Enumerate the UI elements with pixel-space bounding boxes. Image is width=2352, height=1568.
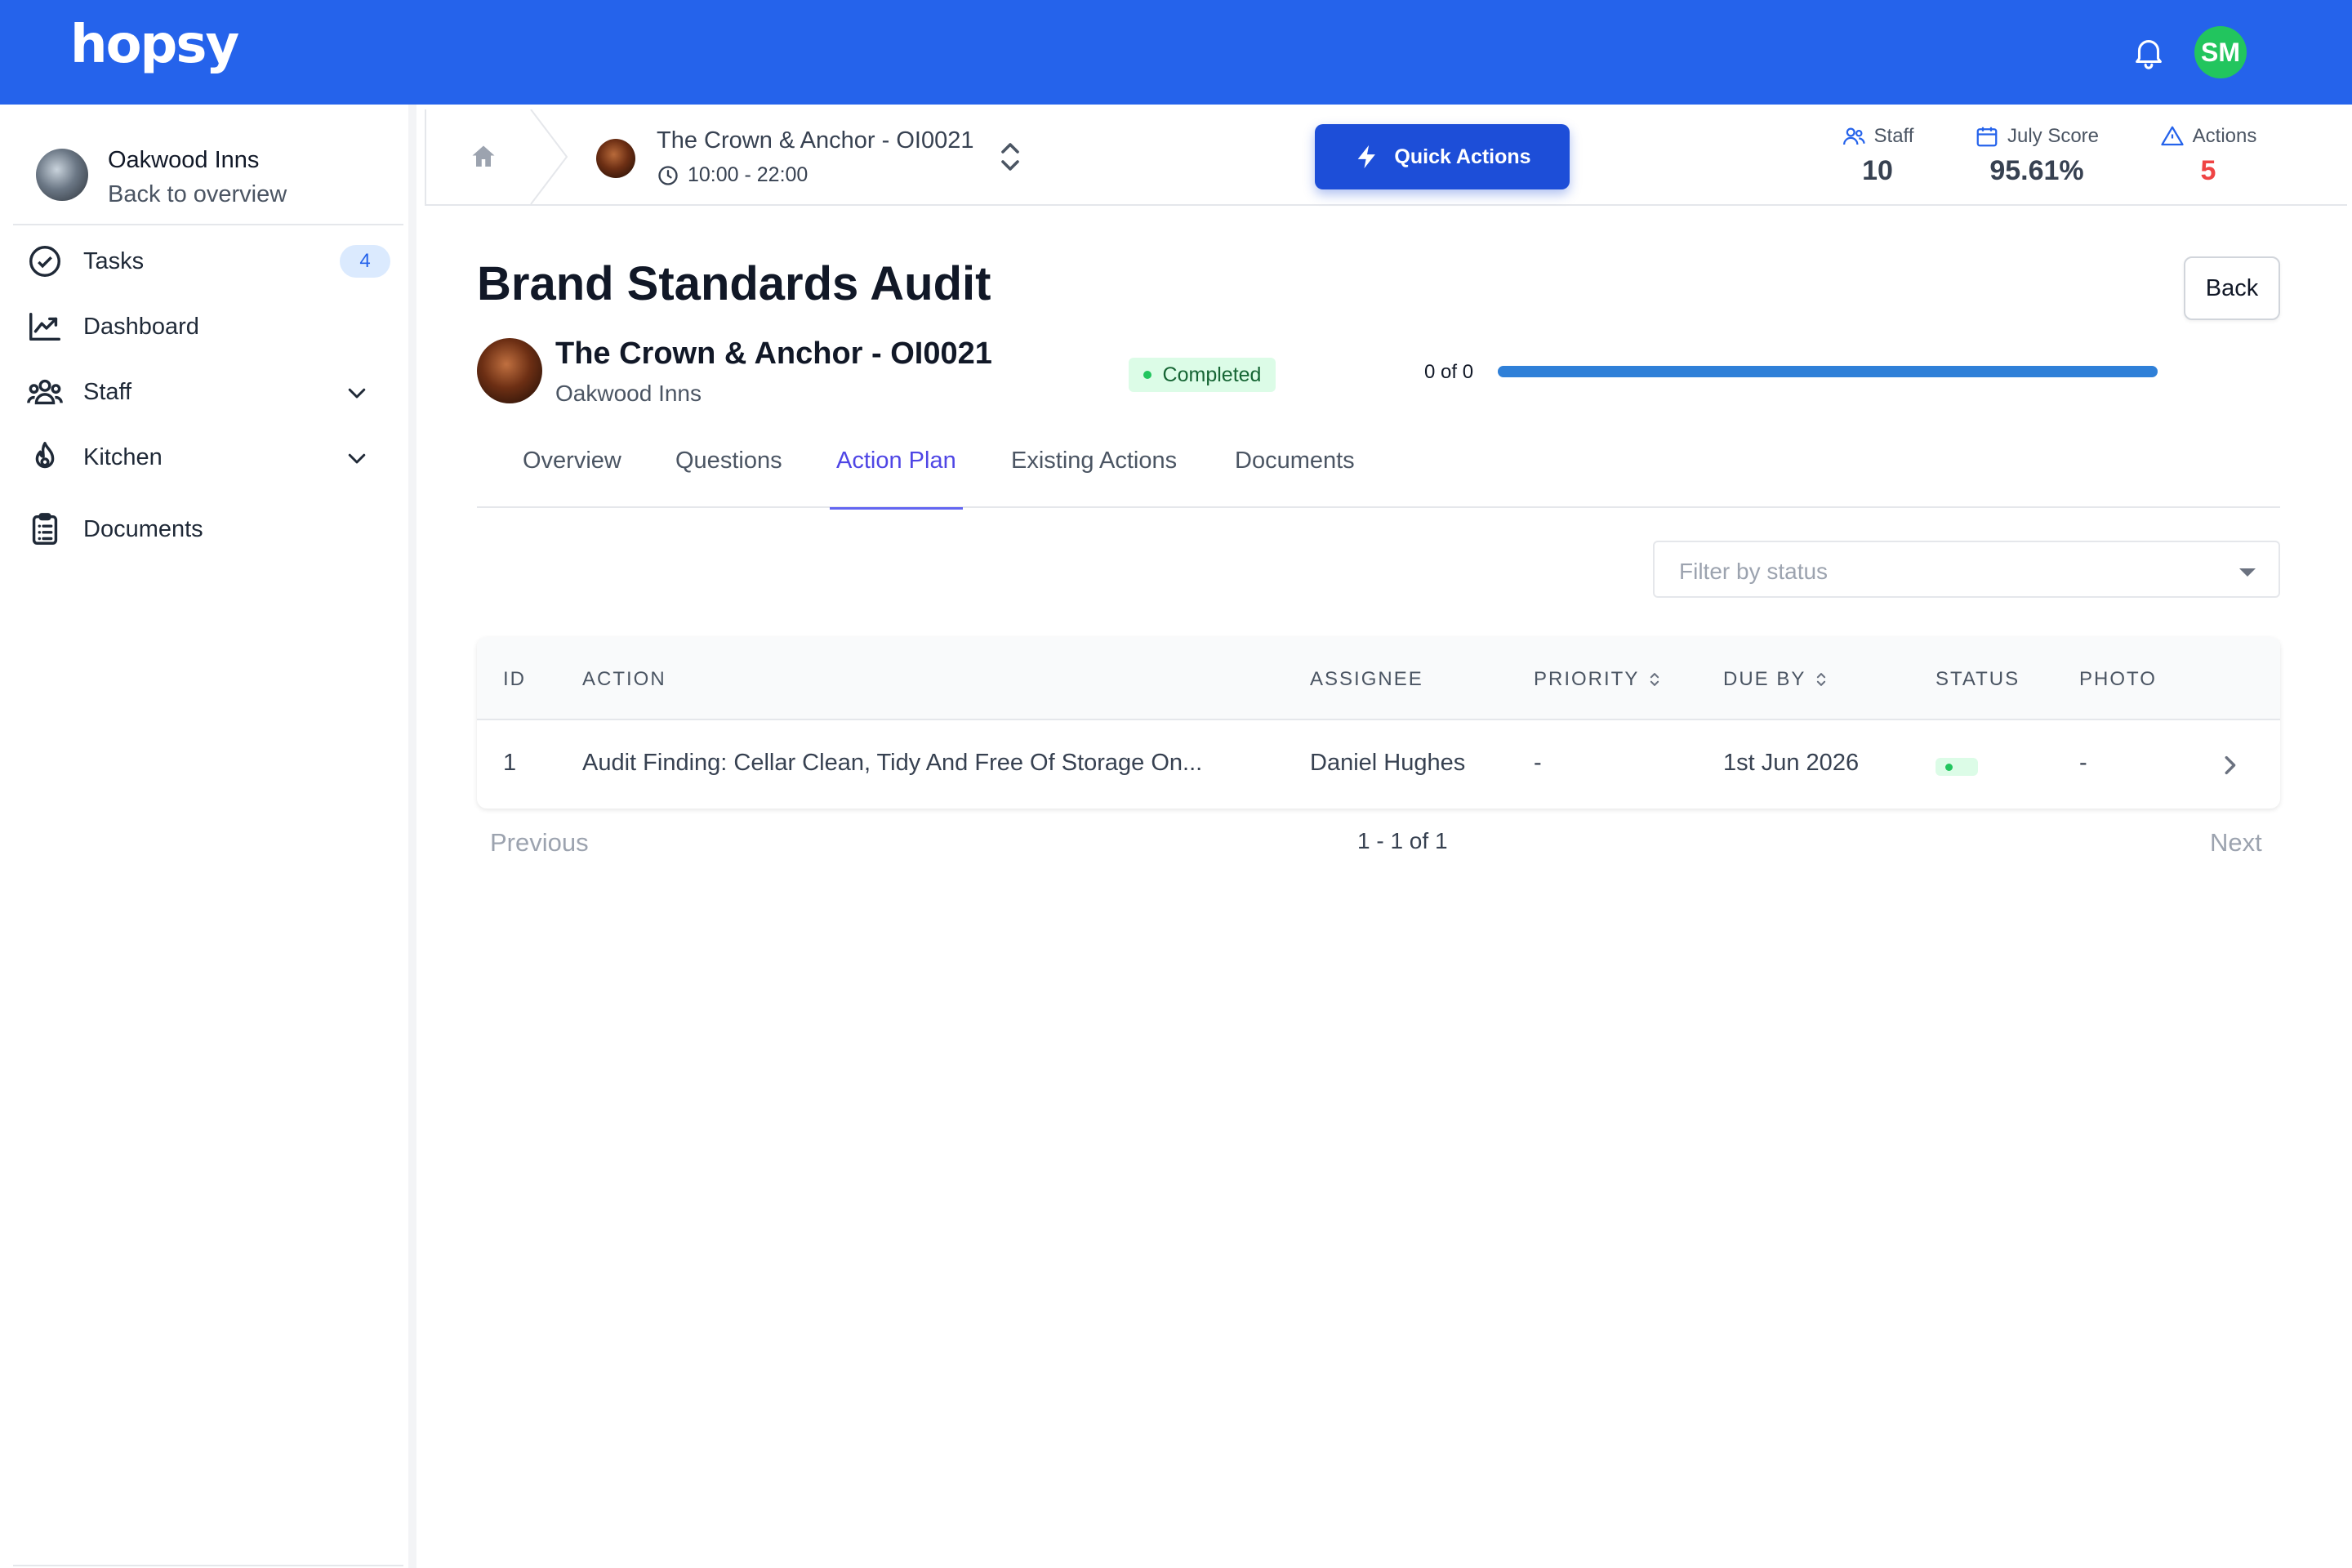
back-to-overview-link[interactable]: Back to overview (108, 181, 287, 208)
lightning-icon (1358, 145, 1376, 169)
sidebar-item-label: Documents (83, 515, 203, 542)
sidebar-item-label: Dashboard (83, 313, 199, 340)
stat-label: Actions (2192, 125, 2257, 147)
bell-icon[interactable] (2130, 33, 2167, 72)
site-hours-text: 10:00 - 22:00 (688, 163, 808, 186)
cell-photo: - (2079, 750, 2087, 776)
next-page-button[interactable]: Next (2210, 828, 2262, 858)
sidebar-item-tasks[interactable]: Tasks 4 (26, 238, 394, 284)
stat-value: 5 (2200, 155, 2216, 186)
column-header-label: DUE BY (1723, 668, 1806, 690)
progress-fill (1498, 366, 2158, 377)
tab-action-plan[interactable]: Action Plan (830, 448, 963, 510)
stat-value: 10 (1862, 155, 1893, 186)
site-hours: 10:00 - 22:00 (657, 163, 808, 187)
status-filter-select[interactable]: Filter by status (1653, 541, 2280, 598)
cell-id: 1 (503, 750, 517, 776)
org-switcher[interactable]: Oakwood Inns Back to overview (13, 118, 403, 225)
caret-down-icon (2239, 568, 2256, 577)
quick-actions-button[interactable]: Quick Actions (1315, 124, 1570, 189)
pagination-info: 1 - 1 of 1 (1357, 828, 1448, 853)
top-bar: hopsy SM (0, 0, 2352, 105)
calendar-icon (1976, 127, 1998, 147)
tab-overview[interactable]: Overview (523, 448, 621, 507)
column-header-assignee: ASSIGNEE (1310, 668, 1423, 690)
sidebar-item-label: Tasks (83, 247, 145, 274)
quick-actions-label: Quick Actions (1394, 145, 1531, 168)
sidebar-item-kitchen[interactable]: Kitchen (26, 434, 394, 480)
sidebar-item-staff[interactable]: Staff (26, 369, 394, 415)
cell-assignee: Daniel Hughes (1310, 750, 1466, 776)
tab-bar: Overview Questions Action Plan Existing … (477, 438, 2280, 510)
sidebar-item-dashboard[interactable]: Dashboard (26, 304, 394, 350)
breadcrumb-separator (530, 109, 568, 204)
actions-table: ID ACTION ASSIGNEE PRIORITY DUE BY STATU… (477, 637, 2280, 808)
divider (13, 1565, 403, 1566)
sort-icon (1817, 673, 1826, 686)
stat-actions[interactable]: Actions 5 (2151, 124, 2265, 187)
status-dot (1945, 764, 1953, 771)
sidebar-item-label: Staff (83, 378, 132, 405)
trend-chart-icon (29, 312, 60, 341)
column-header-label: PRIORITY (1534, 668, 1640, 690)
site-header: The Crown & Anchor - OI0021 10:00 - 22:0… (425, 109, 2347, 206)
warning-icon (2161, 126, 2184, 146)
org-avatar (36, 149, 88, 201)
status-dot (1143, 371, 1152, 379)
status-badge: Completed (1129, 358, 1276, 392)
column-header-action: ACTION (582, 668, 666, 690)
chevron-down-icon[interactable] (345, 381, 369, 405)
audit-org-name: Oakwood Inns (555, 381, 702, 406)
column-header-due-by[interactable]: DUE BY (1723, 668, 1827, 691)
status-text: Completed (1162, 363, 1262, 386)
site-name: The Crown & Anchor - OI0021 (657, 127, 974, 154)
column-header-photo: PHOTO (2079, 668, 2157, 690)
column-header-status: STATUS (1936, 668, 2020, 690)
check-circle-icon (29, 246, 60, 277)
column-header-priority[interactable]: PRIORITY (1534, 668, 1660, 691)
chevron-down-icon[interactable] (345, 446, 369, 470)
chevron-right-icon[interactable] (2220, 753, 2239, 777)
users-icon (27, 379, 63, 405)
tab-questions[interactable]: Questions (675, 448, 782, 507)
sort-icon (1650, 673, 1659, 686)
tasks-count-badge: 4 (340, 245, 390, 278)
stat-label: Staff (1873, 125, 1914, 147)
table-header: ID ACTION ASSIGNEE PRIORITY DUE BY STATU… (477, 637, 2280, 720)
org-name: Oakwood Inns (108, 147, 260, 173)
stat-value: 95.61% (1989, 155, 2084, 186)
previous-page-button[interactable]: Previous (490, 828, 589, 858)
site-switcher-icon[interactable] (1000, 140, 1021, 173)
progress-label: 0 of 0 (1424, 361, 1474, 383)
tab-existing-actions[interactable]: Existing Actions (1011, 448, 1177, 507)
column-header-id: ID (503, 668, 526, 690)
site-avatar (477, 338, 542, 403)
tab-documents[interactable]: Documents (1235, 448, 1355, 507)
user-avatar[interactable]: SM (2194, 26, 2247, 78)
sidebar-item-documents[interactable]: Documents (26, 506, 394, 552)
app-logo[interactable]: hopsy (70, 15, 239, 75)
cell-status-badge (1936, 758, 1978, 776)
clipboard-icon (32, 513, 58, 545)
progress-bar (1498, 366, 2158, 377)
stat-staff[interactable]: Staff 10 (1833, 124, 1922, 187)
stat-label: July Score (2007, 125, 2100, 147)
filter-placeholder: Filter by status (1679, 559, 1829, 584)
table-row[interactable]: 1 Audit Finding: Cellar Clean, Tidy And … (477, 722, 2280, 808)
sidebar-item-label: Kitchen (83, 443, 163, 470)
site-avatar (596, 139, 635, 178)
stat-july-score[interactable]: July Score 95.61% (1965, 124, 2109, 187)
cell-due-by: 1st Jun 2026 (1723, 750, 1860, 776)
audit-site-name: The Crown & Anchor - OI0021 (555, 336, 992, 371)
home-icon[interactable] (469, 142, 498, 172)
back-button[interactable]: Back (2184, 256, 2280, 320)
flame-icon (35, 442, 55, 469)
cell-priority: - (1534, 750, 1542, 776)
clock-icon (658, 165, 678, 185)
users-icon (1842, 127, 1865, 145)
sidebar: Oakwood Inns Back to overview Tasks 4 Da… (0, 105, 416, 1568)
page-title: Brand Standards Audit (477, 257, 991, 310)
cell-action: Audit Finding: Cellar Clean, Tidy And Fr… (582, 750, 1203, 776)
